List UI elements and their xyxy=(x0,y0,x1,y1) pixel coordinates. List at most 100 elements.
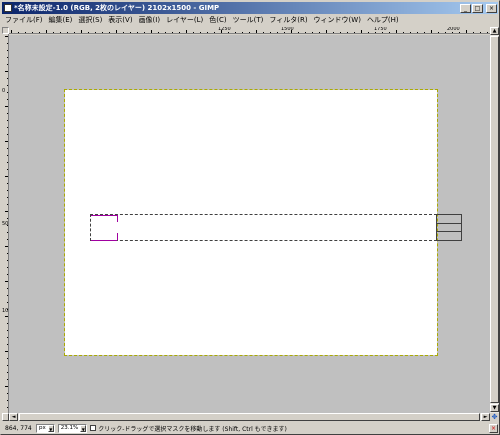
title-bar[interactable]: *名称未設定-1.0 (RGB, 2枚のレイヤー) 2102x1500 - GI… xyxy=(2,2,498,14)
canvas-area[interactable] xyxy=(9,35,490,413)
chevron-down-icon[interactable]: ▼ xyxy=(80,424,87,432)
ruler-tick xyxy=(326,30,327,33)
ruler-tick xyxy=(81,30,82,33)
ruler-tick xyxy=(431,30,432,33)
ruler-tick xyxy=(228,32,229,33)
horizontal-scroll-thumb[interactable] xyxy=(19,413,480,421)
ruler-tick xyxy=(11,30,12,33)
ruler-tick xyxy=(193,32,194,33)
ruler-tick xyxy=(452,32,453,33)
menu-help[interactable]: ヘルプ(H) xyxy=(364,15,402,26)
ruler-tick xyxy=(109,32,110,33)
ruler-tick xyxy=(200,32,201,33)
horizontal-scrollbar[interactable]: ◄ ► xyxy=(9,413,490,421)
vruler-label: 0 xyxy=(2,88,6,94)
ruler-tick xyxy=(130,32,131,33)
ruler-tick xyxy=(487,32,488,33)
ruler-tick xyxy=(333,32,334,33)
ruler-tick xyxy=(18,32,19,33)
active-layer-boundary-top-edge xyxy=(117,215,118,222)
pointer-coordinates: 864, 774 xyxy=(5,424,32,432)
ruler-tick xyxy=(123,32,124,33)
ruler-tick xyxy=(165,32,166,33)
scroll-right-arrow[interactable]: ► xyxy=(481,413,490,421)
ruler-tick xyxy=(403,32,404,33)
ruler-tick xyxy=(445,32,446,33)
vertical-ruler[interactable]: 0 500 1000 xyxy=(2,34,9,413)
active-layer-boundary-top xyxy=(91,215,117,216)
menu-windows[interactable]: ウィンドウ(W) xyxy=(311,15,364,26)
vertical-scroll-thumb[interactable] xyxy=(490,36,499,403)
ruler-tick xyxy=(466,30,467,33)
zoom-select[interactable]: 23.1% ▼ xyxy=(57,423,88,433)
status-bar: 864, 774 px ▼ 23.1% ▼ クリック-ドラッグで選択マスクを移動… xyxy=(2,422,499,434)
ruler-tick xyxy=(312,32,313,33)
maximize-button[interactable]: □ xyxy=(472,3,483,13)
ruler-tick xyxy=(410,32,411,33)
ruler-tick xyxy=(53,32,54,33)
menu-colors[interactable]: 色(C) xyxy=(206,15,229,26)
ruler-tick xyxy=(95,32,96,33)
ruler-tick xyxy=(459,32,460,33)
ruler-tick xyxy=(340,32,341,33)
strip-divider xyxy=(437,223,461,224)
status-checkbox xyxy=(90,425,97,431)
ruler-tick xyxy=(102,32,103,33)
window-title: *名称未設定-1.0 (RGB, 2枚のレイヤー) 2102x1500 - GI… xyxy=(14,4,220,12)
ruler-tick xyxy=(368,32,369,33)
menu-image[interactable]: 画像(I) xyxy=(136,15,164,26)
unit-value: px xyxy=(39,425,46,431)
minimize-button[interactable]: _ xyxy=(460,3,471,13)
navigate-icon[interactable]: ✥ xyxy=(490,413,499,421)
ruler-tick xyxy=(298,32,299,33)
menu-view[interactable]: 表示(V) xyxy=(105,15,135,26)
ruler-tick xyxy=(74,32,75,33)
horizontal-ruler[interactable]: 1250 1500 1750 2000 xyxy=(9,27,490,34)
menu-bar: ファイル(F) 編集(E) 選択(S) 表示(V) 画像(I) レイヤー(L) … xyxy=(2,15,498,26)
ruler-tick xyxy=(179,32,180,33)
ruler-tick xyxy=(207,32,208,33)
quick-mask-icon[interactable] xyxy=(2,413,9,421)
ruler-tick xyxy=(158,32,159,33)
close-button[interactable]: × xyxy=(486,3,497,13)
ruler-tick xyxy=(88,32,89,33)
menu-tools[interactable]: ツール(T) xyxy=(230,15,267,26)
ruler-tick xyxy=(186,30,187,33)
ruler-tick xyxy=(221,30,222,33)
hruler-label: 2000 xyxy=(447,27,460,32)
app-icon[interactable] xyxy=(4,4,12,12)
ruler-tick xyxy=(375,32,376,33)
ruler-tick xyxy=(319,32,320,33)
ruler-tick xyxy=(25,32,26,33)
scroll-down-arrow[interactable]: ▼ xyxy=(490,404,499,412)
ruler-tick xyxy=(417,32,418,33)
menu-file[interactable]: ファイル(F) xyxy=(2,15,46,26)
ruler-tick xyxy=(39,32,40,33)
menu-filters[interactable]: フィルタ(R) xyxy=(266,15,310,26)
ruler-tick xyxy=(32,32,33,33)
cancel-icon[interactable]: × xyxy=(489,423,498,433)
scroll-up-arrow[interactable]: ▲ xyxy=(490,27,499,35)
scroll-left-arrow[interactable]: ◄ xyxy=(9,413,18,421)
ruler-tick xyxy=(116,30,117,33)
menu-layer[interactable]: レイヤー(L) xyxy=(163,15,206,26)
chevron-down-icon[interactable]: ▼ xyxy=(47,424,54,432)
vertical-scrollbar[interactable]: ▲ ▼ xyxy=(490,27,499,413)
ruler-tick xyxy=(60,32,61,33)
zoom-value[interactable]: 23.1% xyxy=(59,425,80,431)
ruler-tick xyxy=(249,32,250,33)
ruler-tick xyxy=(67,32,68,33)
ruler-tick xyxy=(389,32,390,33)
ruler-tick xyxy=(438,32,439,33)
ruler-tick xyxy=(151,30,152,33)
selection-marquee[interactable] xyxy=(90,214,437,241)
menu-select[interactable]: 選択(S) xyxy=(75,15,105,26)
ruler-tick xyxy=(396,30,397,33)
menu-edit[interactable]: 編集(E) xyxy=(46,15,76,26)
ruler-tick xyxy=(214,32,215,33)
ruler-tick xyxy=(284,32,285,33)
layer-strip-outside xyxy=(436,214,462,241)
ruler-corner[interactable] xyxy=(2,27,9,34)
unit-select[interactable]: px ▼ xyxy=(36,423,55,433)
ruler-tick xyxy=(424,32,425,33)
